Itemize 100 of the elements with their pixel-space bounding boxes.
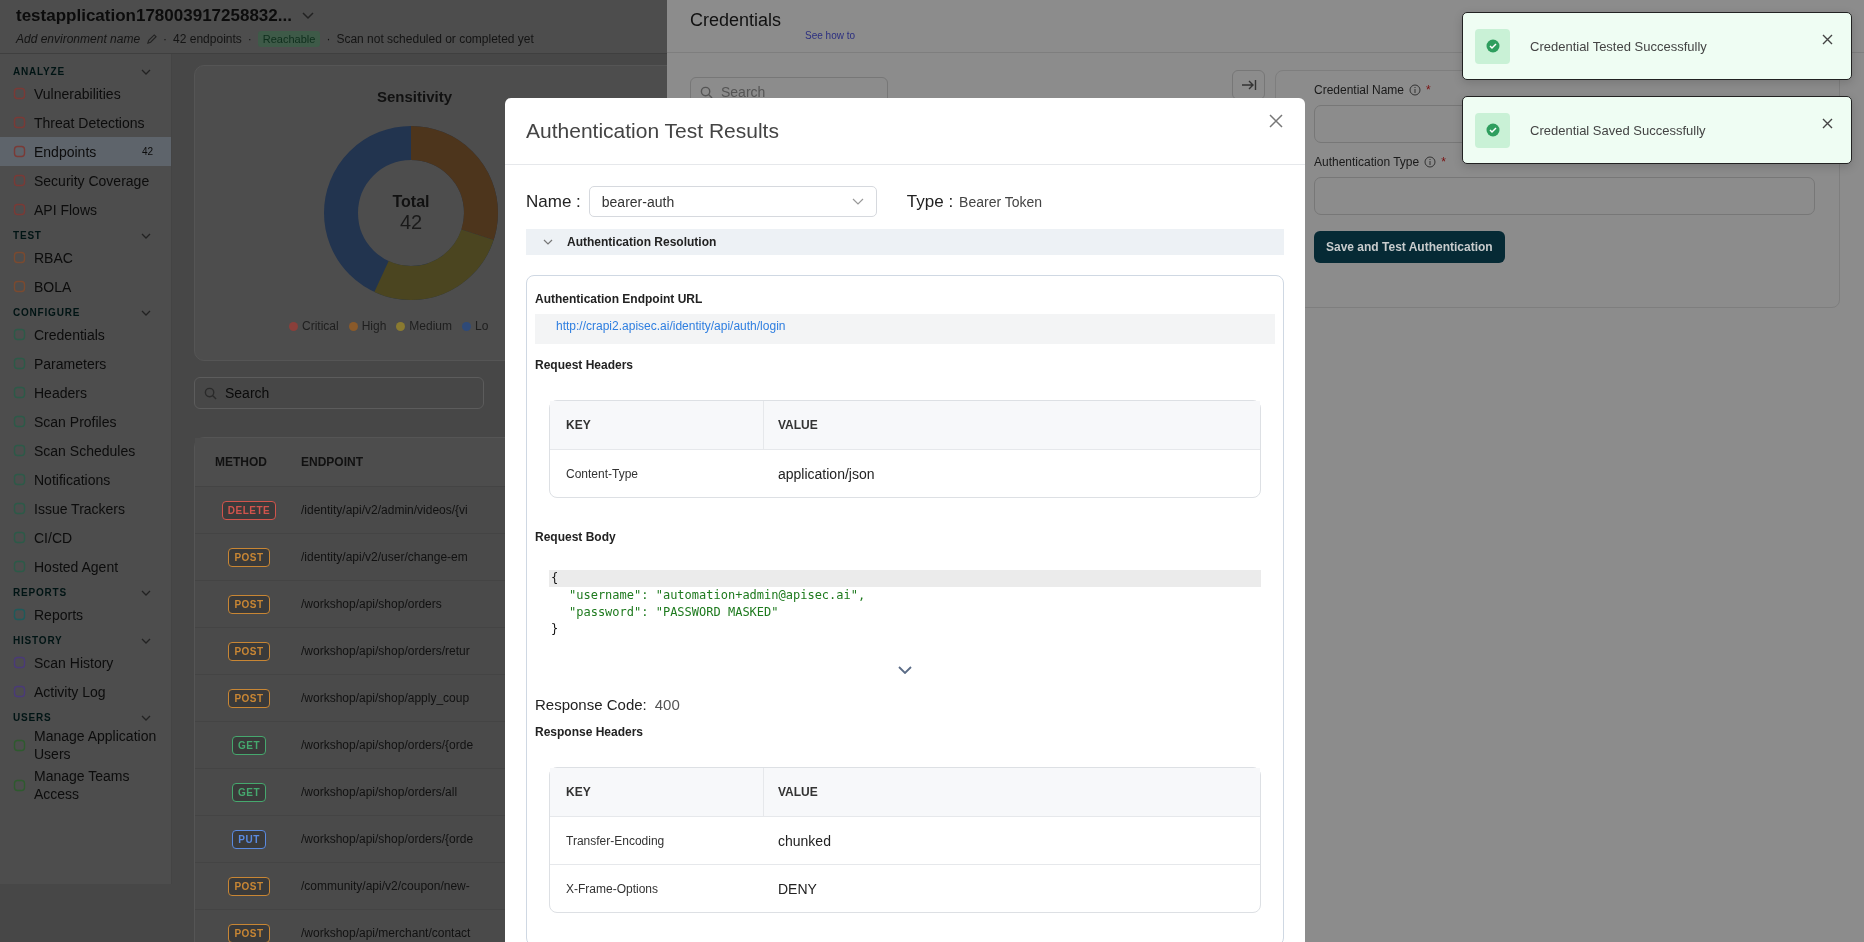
endpoint-link[interactable]: http://crapi2.apisec.ai/identity/api/auth/login [556, 319, 786, 333]
outline-square-icon [13, 778, 26, 792]
method-badge: POST [228, 547, 270, 567]
chevron-down-icon [851, 198, 864, 205]
endpoint-path[interactable]: /identity/api/v2/admin/videos/{vi [291, 503, 468, 517]
search-field[interactable]: Search [194, 377, 484, 409]
required-mark: * [1441, 155, 1446, 169]
outline-square-icon [13, 87, 26, 100]
outline-square-icon [13, 656, 26, 669]
sidebar-item[interactable]: Vulnerabilities [0, 79, 171, 108]
close-icon[interactable] [1822, 117, 1833, 129]
sidebar-item[interactable]: Headers [0, 378, 171, 407]
sidebar-item[interactable]: Issue Trackers [0, 494, 171, 523]
sidebar-item[interactable]: Manage Application Users [0, 725, 171, 765]
pencil-icon[interactable] [146, 33, 158, 45]
sidebar-item[interactable]: RBAC [0, 243, 171, 272]
endpoint-path[interactable]: /workshop/api/shop/orders/retur [291, 644, 470, 658]
accordion-header[interactable]: Authentication Resolution [526, 229, 1284, 255]
header-key: Content-Type [550, 450, 764, 497]
endpoint-path[interactable]: /workshop/api/shop/orders/{orde [291, 738, 474, 752]
sidebar-item[interactable]: Endpoints 42 [0, 137, 171, 166]
sidebar-item[interactable]: Reports [0, 600, 171, 629]
sidebar-item[interactable]: Threat Detections [0, 108, 171, 137]
sidebar-item[interactable]: BOLA [0, 272, 171, 301]
save-button[interactable]: Save and Test Authentication [1314, 231, 1505, 263]
section-title: CONFIGURE [13, 307, 81, 318]
outline-square-icon [13, 386, 26, 399]
endpoint-path[interactable]: /workshop/api/shop/orders [291, 597, 442, 611]
section-label: Request Body [535, 530, 617, 544]
method-badge: POST [228, 923, 270, 942]
section-title: HISTORY [13, 635, 63, 646]
response-code: 400 [654, 696, 680, 713]
arrow-to-bar-icon [1240, 79, 1257, 91]
chevron-down-icon[interactable] [898, 666, 912, 674]
header-value: DENY [777, 880, 817, 897]
response-code-label: Response Code: [535, 696, 647, 713]
collapse-button[interactable] [1232, 70, 1265, 100]
item-count: 42 [141, 146, 153, 157]
endpoint-path[interactable]: /identity/api/v2/user/change-em [291, 550, 468, 564]
outline-square-icon [13, 560, 26, 573]
outline-square-icon [13, 251, 26, 264]
toast-message: Credential Tested Successfully [1530, 38, 1708, 54]
chart-title: Sensitivity [377, 88, 453, 105]
endpoint-count: 42 endpoints [173, 32, 242, 46]
sidebar-item[interactable]: Credentials [0, 320, 171, 349]
sidebar-item[interactable]: Hosted Agent [0, 552, 171, 581]
method-badge: POST [228, 641, 270, 661]
endpoint-path[interactable]: /workshop/api/merchant/contact [291, 926, 471, 940]
sidebar-item[interactable]: Security Coverage [0, 166, 171, 195]
column-header: ENDPOINT [300, 455, 363, 469]
sidebar-item[interactable]: Manage Teams Access [0, 765, 171, 805]
code-line: } [550, 621, 560, 638]
outline-square-icon [13, 357, 26, 370]
outline-square-icon [13, 116, 26, 129]
method-badge: POST [228, 876, 270, 896]
outline-square-icon [13, 444, 26, 457]
method-badge: POST [228, 594, 270, 614]
environment-name-placeholder[interactable]: Add environment name [16, 32, 141, 46]
type-value: Bearer Token [959, 193, 1043, 210]
method-badge: POST [228, 688, 270, 708]
code-line: "password": "PASSWORD MASKED" [568, 604, 780, 621]
required-mark: * [1426, 83, 1431, 97]
sidebar-item[interactable]: API Flows [0, 195, 171, 224]
application-title[interactable]: testapplication178003917258832... [16, 6, 292, 26]
outline-square-icon [13, 531, 26, 544]
separator-dot: · [163, 32, 168, 46]
section-title: USERS [13, 712, 52, 723]
name-label: Name : [526, 191, 581, 212]
header-value: chunked [777, 832, 831, 849]
separator-dot: · [247, 32, 252, 46]
sidebar-item[interactable]: Scan Profiles [0, 407, 171, 436]
section-title: ANALYZE [13, 66, 65, 77]
column-header: VALUE [777, 785, 818, 799]
section-label: Authentication Endpoint URL [535, 292, 704, 306]
sidebar-item[interactable]: Activity Log [0, 677, 171, 706]
sidebar-item[interactable]: CI/CD [0, 523, 171, 552]
sidebar-item[interactable]: Notifications [0, 465, 171, 494]
endpoint-path[interactable]: /workshop/api/shop/apply_coup [291, 691, 470, 705]
chevron-icon [543, 239, 553, 245]
close-icon[interactable] [1269, 114, 1283, 128]
section-title: REPORTS [13, 587, 67, 598]
endpoint-path[interactable]: /workshop/api/shop/orders/all [291, 785, 458, 799]
total-label: Total [392, 192, 430, 211]
endpoint-path[interactable]: /workshop/api/shop/orders/{orde [291, 832, 474, 846]
sidebar-item[interactable]: Scan Schedules [0, 436, 171, 465]
sidebar-item[interactable]: Scan History [0, 648, 171, 677]
outline-square-icon [13, 738, 26, 752]
endpoint-path[interactable]: /community/api/v2/coupon/new- [291, 879, 470, 893]
field-label: Credential Name [1314, 83, 1405, 97]
type-label: Type : [906, 191, 954, 212]
name-select[interactable]: bearer-auth [588, 186, 877, 217]
help-link[interactable]: See how to [805, 30, 856, 41]
outline-square-icon [13, 608, 26, 621]
sidebar-item[interactable]: Parameters [0, 349, 171, 378]
header-value: application/json [777, 465, 875, 482]
field-label: Authentication Type [1314, 155, 1420, 169]
outline-square-icon [13, 473, 26, 486]
info-icon [1409, 84, 1422, 96]
section-label: Request Headers [535, 358, 635, 372]
close-icon[interactable] [1822, 33, 1833, 45]
